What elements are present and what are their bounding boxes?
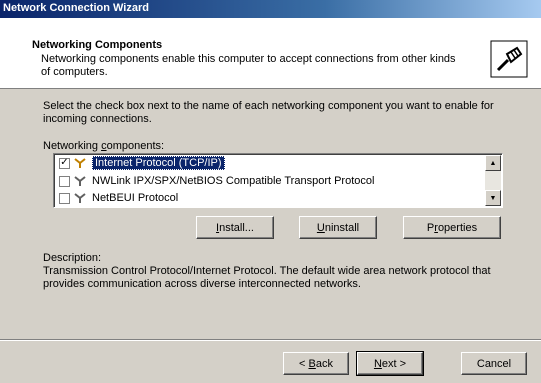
checkbox-netbeui[interactable] [59,192,70,204]
uninstall-button[interactable]: Uninstall [299,216,377,239]
list-item-label: Internet Protocol (TCP/IP) [92,156,225,170]
scroll-down-button[interactable]: ▼ [485,190,501,206]
properties-button[interactable]: Properties [403,216,501,239]
properties-label: Properties [426,221,478,234]
cancel-button[interactable]: Cancel [461,352,527,375]
install-button[interactable]: Install... [196,216,274,239]
list-item-label: NWLink IPX/SPX/NetBIOS Compatible Transp… [92,175,375,187]
network-cable-icon [490,40,528,78]
arrow-up-icon: ▲ [489,159,497,167]
instructions-text: Select the check box next to the name of… [43,100,494,125]
description-label: Description: [43,252,102,264]
next-label: Next > [373,357,407,370]
page-title: Networking Components [32,39,163,51]
list-item-netbeui[interactable]: NetBEUI Protocol [56,190,480,206]
list-item-label: NetBEUI Protocol [92,192,179,204]
scroll-up-button[interactable]: ▲ [485,155,501,171]
next-button[interactable]: Next > [356,351,424,376]
arrow-down-icon: ▼ [489,194,497,202]
uninstall-label: Uninstall [316,221,360,234]
back-button[interactable]: < Back [283,352,349,375]
list-item-nwlink[interactable]: NWLink IPX/SPX/NetBIOS Compatible Transp… [56,173,480,189]
install-label: Install... [216,221,254,234]
window-title: Network Connection Wizard [3,2,149,14]
list-item-tcpip[interactable]: ✓ Internet Protocol (TCP/IP) [56,155,480,171]
protocol-icon [74,176,86,186]
cancel-label: Cancel [476,357,512,370]
wizard-header: Networking Components Networking compone… [0,18,541,89]
checkbox-nwlink[interactable] [59,175,70,187]
title-bar[interactable]: Network Connection Wizard [0,0,541,18]
divider [0,340,541,341]
components-label: Networking components: [43,140,165,152]
list-scrollbar[interactable]: ▲ ▼ [485,155,501,206]
protocol-icon [74,193,86,203]
components-list[interactable]: ✓ Internet Protocol (TCP/IP) NWLink IPX/… [53,153,503,208]
description-text: Transmission Control Protocol/Internet P… [43,265,491,290]
protocol-icon [74,158,86,168]
back-label: < Back [299,357,333,370]
page-subtitle: Networking components enable this comput… [41,53,456,78]
checkbox-tcpip[interactable]: ✓ [59,157,70,169]
